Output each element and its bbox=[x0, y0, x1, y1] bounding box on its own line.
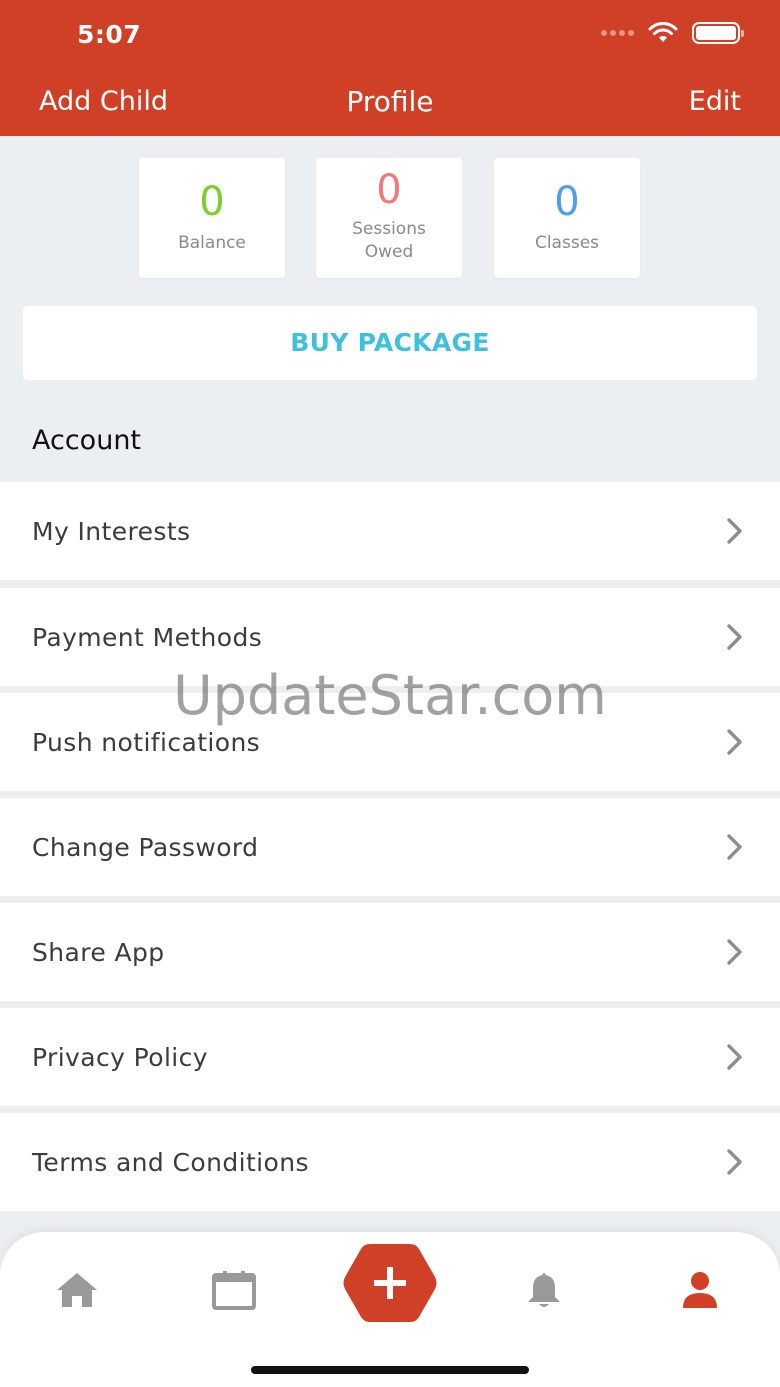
profile-icon bbox=[683, 1272, 717, 1308]
menu-item-share-app[interactable]: Share App bbox=[0, 903, 780, 1001]
page-title: Profile bbox=[346, 85, 434, 118]
chevron-right-icon bbox=[727, 834, 742, 860]
battery-icon bbox=[692, 22, 744, 44]
edit-button[interactable]: Edit bbox=[689, 84, 741, 120]
chevron-right-icon bbox=[727, 518, 742, 544]
add-icon bbox=[343, 1244, 437, 1322]
add-button[interactable] bbox=[342, 1240, 438, 1326]
tab-notifications[interactable] bbox=[514, 1266, 574, 1314]
chevron-right-icon bbox=[727, 1149, 742, 1175]
menu-item-push-notifications[interactable]: Push notifications bbox=[0, 693, 780, 791]
classes-value: 0 bbox=[554, 179, 580, 225]
menu-item-label: Terms and Conditions bbox=[32, 1147, 309, 1177]
balance-card: 0 Balance bbox=[139, 158, 285, 278]
balance-label: Balance bbox=[178, 233, 246, 253]
classes-card: 0 Classes bbox=[494, 158, 640, 278]
add-child-button[interactable]: Add Child bbox=[39, 84, 168, 120]
buy-package-button[interactable]: BUY PACKAGE bbox=[23, 306, 757, 380]
menu-item-label: Payment Methods bbox=[32, 622, 263, 652]
menu-item-label: My Interests bbox=[32, 516, 191, 546]
cellular-signal-icon bbox=[601, 30, 634, 36]
sessions-owed-value: 0 bbox=[376, 167, 402, 213]
status-icons bbox=[601, 22, 744, 44]
menu-item-label: Change Password bbox=[32, 832, 259, 862]
classes-label: Classes bbox=[534, 233, 600, 253]
menu-item-terms-and-conditions[interactable]: Terms and Conditions bbox=[0, 1113, 780, 1211]
sessions-owed-label: Sessions Owed bbox=[352, 219, 426, 262]
tab-profile[interactable] bbox=[670, 1266, 730, 1314]
header: 5:07 Add Child Profile Edit bbox=[0, 0, 780, 136]
tab-calendar[interactable] bbox=[204, 1266, 264, 1314]
chevron-right-icon bbox=[727, 939, 742, 965]
sessions-owed-card: 0 Sessions Owed bbox=[316, 158, 462, 278]
home-indicator bbox=[251, 1366, 529, 1374]
menu-item-label: Privacy Policy bbox=[32, 1042, 208, 1072]
chevron-right-icon bbox=[727, 1044, 742, 1070]
chevron-right-icon bbox=[727, 624, 742, 650]
section-title-account: Account bbox=[32, 425, 142, 456]
menu-item-payment-methods[interactable]: Payment Methods bbox=[0, 588, 780, 686]
home-icon bbox=[57, 1273, 97, 1307]
tab-home[interactable] bbox=[47, 1266, 107, 1314]
status-time: 5:07 bbox=[77, 20, 142, 49]
bell-icon bbox=[528, 1273, 560, 1307]
tab-bar bbox=[0, 1232, 780, 1387]
menu-item-label: Share App bbox=[32, 937, 165, 967]
menu-item-my-interests[interactable]: My Interests bbox=[0, 482, 780, 580]
calendar-icon bbox=[212, 1271, 256, 1310]
balance-value: 0 bbox=[199, 179, 225, 225]
menu-item-privacy-policy[interactable]: Privacy Policy bbox=[0, 1008, 780, 1106]
menu-item-label: Push notifications bbox=[32, 727, 261, 757]
chevron-right-icon bbox=[727, 729, 742, 755]
wifi-icon bbox=[648, 22, 678, 42]
menu-item-change-password[interactable]: Change Password bbox=[0, 798, 780, 896]
